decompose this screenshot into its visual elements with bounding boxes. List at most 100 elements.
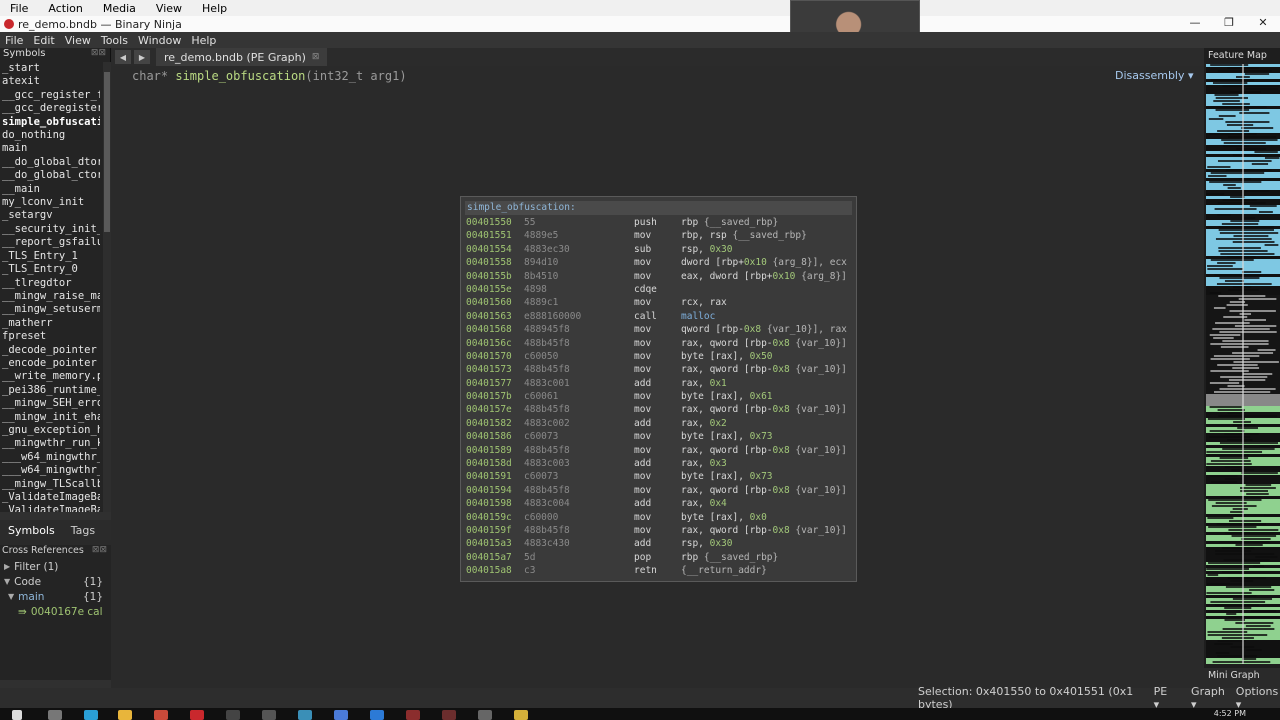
symbols-scrollbar[interactable] [103,62,111,512]
forward-arrow-icon[interactable]: ▶ [134,50,150,64]
asm-token[interactable]: rax, [681,418,710,429]
start-icon[interactable] [12,710,22,720]
menu-help[interactable]: Help [186,34,221,47]
feature-map-strip[interactable] [1206,64,1280,664]
asm-token[interactable]: byte [rax], [681,512,750,523]
asm-token[interactable]: rax, qword [rbp- [681,525,773,536]
asm-token[interactable]: rax, qword [rbp- [681,364,773,375]
scroll-thumb[interactable] [104,72,110,232]
menu-window[interactable]: Window [133,34,186,47]
symbol-item[interactable]: __security_init_c [2,223,100,236]
app-icon[interactable] [262,710,276,720]
asm-token[interactable]: byte [rax], [681,391,750,402]
asm-token[interactable]: rcx, rax [681,297,727,308]
asm-token[interactable]: 0x8 [773,445,790,456]
symbol-item[interactable]: ___w64_mingwthr_r [2,464,100,477]
asm-token[interactable]: 0x2 [710,418,727,429]
asm-token[interactable]: {var_10}] [790,404,846,415]
symbol-item[interactable]: __main [2,183,100,196]
asm-token[interactable]: rax, [681,378,710,389]
folder-icon[interactable] [118,710,132,720]
symbol-item[interactable]: __do_global_ctors [2,169,100,182]
asm-token[interactable]: 0x30 [710,244,733,255]
symbol-item[interactable]: __report_gsfailur [2,236,100,249]
symbol-item[interactable]: __mingw_TLScallba [2,478,100,491]
minimize-icon[interactable]: — [1178,16,1212,32]
asm-token[interactable]: malloc [681,311,715,322]
symbol-item[interactable]: _decode_pointer [2,344,100,357]
asm-token[interactable]: 0x8 [773,364,790,375]
asm-token[interactable]: 0x3 [710,458,727,469]
xref-code-group[interactable]: ▼ Code {1} [0,574,111,589]
asm-token[interactable]: {var_10}] [790,485,846,496]
asm-token[interactable]: 0x1 [710,378,727,389]
asm-token[interactable]: dword [rbp+ [681,257,744,268]
host-menu-media[interactable]: Media [93,2,146,15]
xref-func-group[interactable]: ▼ main {1} [0,589,111,604]
asm-token[interactable]: rbp, rsp [681,230,732,241]
symbol-item[interactable]: atexit [2,75,100,88]
asm-token[interactable]: {arg_8}], ecx [767,257,847,268]
asm-token[interactable]: 0x10 [773,271,796,282]
asm-token[interactable]: {var_10}] [790,364,846,375]
asm-token[interactable]: {var_10}] [790,338,846,349]
asm-token[interactable]: {var_10}], rax [761,324,847,335]
terminal-icon[interactable] [226,710,240,720]
symbol-item[interactable]: _matherr [2,317,100,330]
app-icon[interactable] [442,710,456,720]
symbol-item[interactable]: _TLS_Entry_0 [2,263,100,276]
asm-token[interactable]: {__saved_rbp} [704,217,778,228]
asm-token[interactable]: 0x8 [744,324,761,335]
xref-entry[interactable]: ⇛ 0040167e cal [0,604,111,619]
menu-view[interactable]: View [60,34,96,47]
browser-icon[interactable] [84,710,98,720]
symbol-item[interactable]: __mingw_setuserma [2,303,100,316]
asm-token[interactable]: rax, qword [rbp- [681,485,773,496]
function-name[interactable]: simple_obfuscation [175,69,305,83]
symbol-item[interactable]: ___w64_mingwthr_a [2,451,100,464]
asm-token[interactable]: 0x73 [750,471,773,482]
menu-file[interactable]: File [0,34,28,47]
symbol-item[interactable]: _gnu_exception_ha [2,424,100,437]
tab-symbols[interactable]: Symbols [0,524,63,537]
app-icon[interactable] [298,710,312,720]
app-icon[interactable] [514,710,528,720]
feature-map[interactable]: Feature Map [1204,48,1280,668]
tab-re-demo[interactable]: re_demo.bndb (PE Graph) ⊠ [156,48,328,66]
symbol-item[interactable]: __gcc_register_fr [2,89,100,102]
xref-hscrollbar[interactable] [0,680,111,688]
host-menu-action[interactable]: Action [38,2,92,15]
app-icon[interactable] [154,710,168,720]
tab-close-icon[interactable]: ⊠ [312,52,320,62]
asm-token[interactable]: rbp [681,217,704,228]
asm-token[interactable]: {__return_addr} [681,565,767,576]
symbol-item[interactable]: _TLS_Entry_1 [2,250,100,263]
symbol-item[interactable]: do_nothing [2,129,100,142]
asm-token[interactable]: rbp [681,552,704,563]
basic-block-node[interactable]: simple_obfuscation: 00401550 55 push rbp {_… [460,196,857,582]
asm-token[interactable]: rax, qword [rbp- [681,404,773,415]
symbol-item[interactable]: my_lconv_init [2,196,100,209]
vscode-icon[interactable] [370,710,384,720]
symbol-item[interactable]: __gcc_deregister_ [2,102,100,115]
symbol-item[interactable]: _encode_pointer [2,357,100,370]
asm-token[interactable]: {var_10}] [790,445,846,456]
asm-token[interactable]: eax, dword [rbp+ [681,271,773,282]
block-label[interactable]: simple_obfuscation: [465,201,852,215]
taskview-icon[interactable] [48,710,62,720]
symbol-item[interactable]: _setargv [2,209,100,222]
symbol-item[interactable]: _pei386_runtime_r [2,384,100,397]
asm-token[interactable]: 0x30 [710,538,733,549]
binary-ninja-taskbar-icon[interactable] [190,710,204,720]
asm-token[interactable]: rax, [681,498,710,509]
tab-tags[interactable]: Tags [63,524,103,537]
symbol-item[interactable]: __mingw_SEH_error [2,397,100,410]
symbol-item[interactable]: __mingwthr_run_ke [2,437,100,450]
asm-token[interactable]: byte [rax], [681,431,750,442]
host-menu-view[interactable]: View [146,2,192,15]
asm-token[interactable]: {arg_8}] [795,271,847,282]
asm-token[interactable]: 0x8 [773,404,790,415]
symbol-item[interactable]: fpreset [2,330,100,343]
menu-tools[interactable]: Tools [96,34,133,47]
asm-token[interactable]: rax, qword [rbp- [681,445,773,456]
